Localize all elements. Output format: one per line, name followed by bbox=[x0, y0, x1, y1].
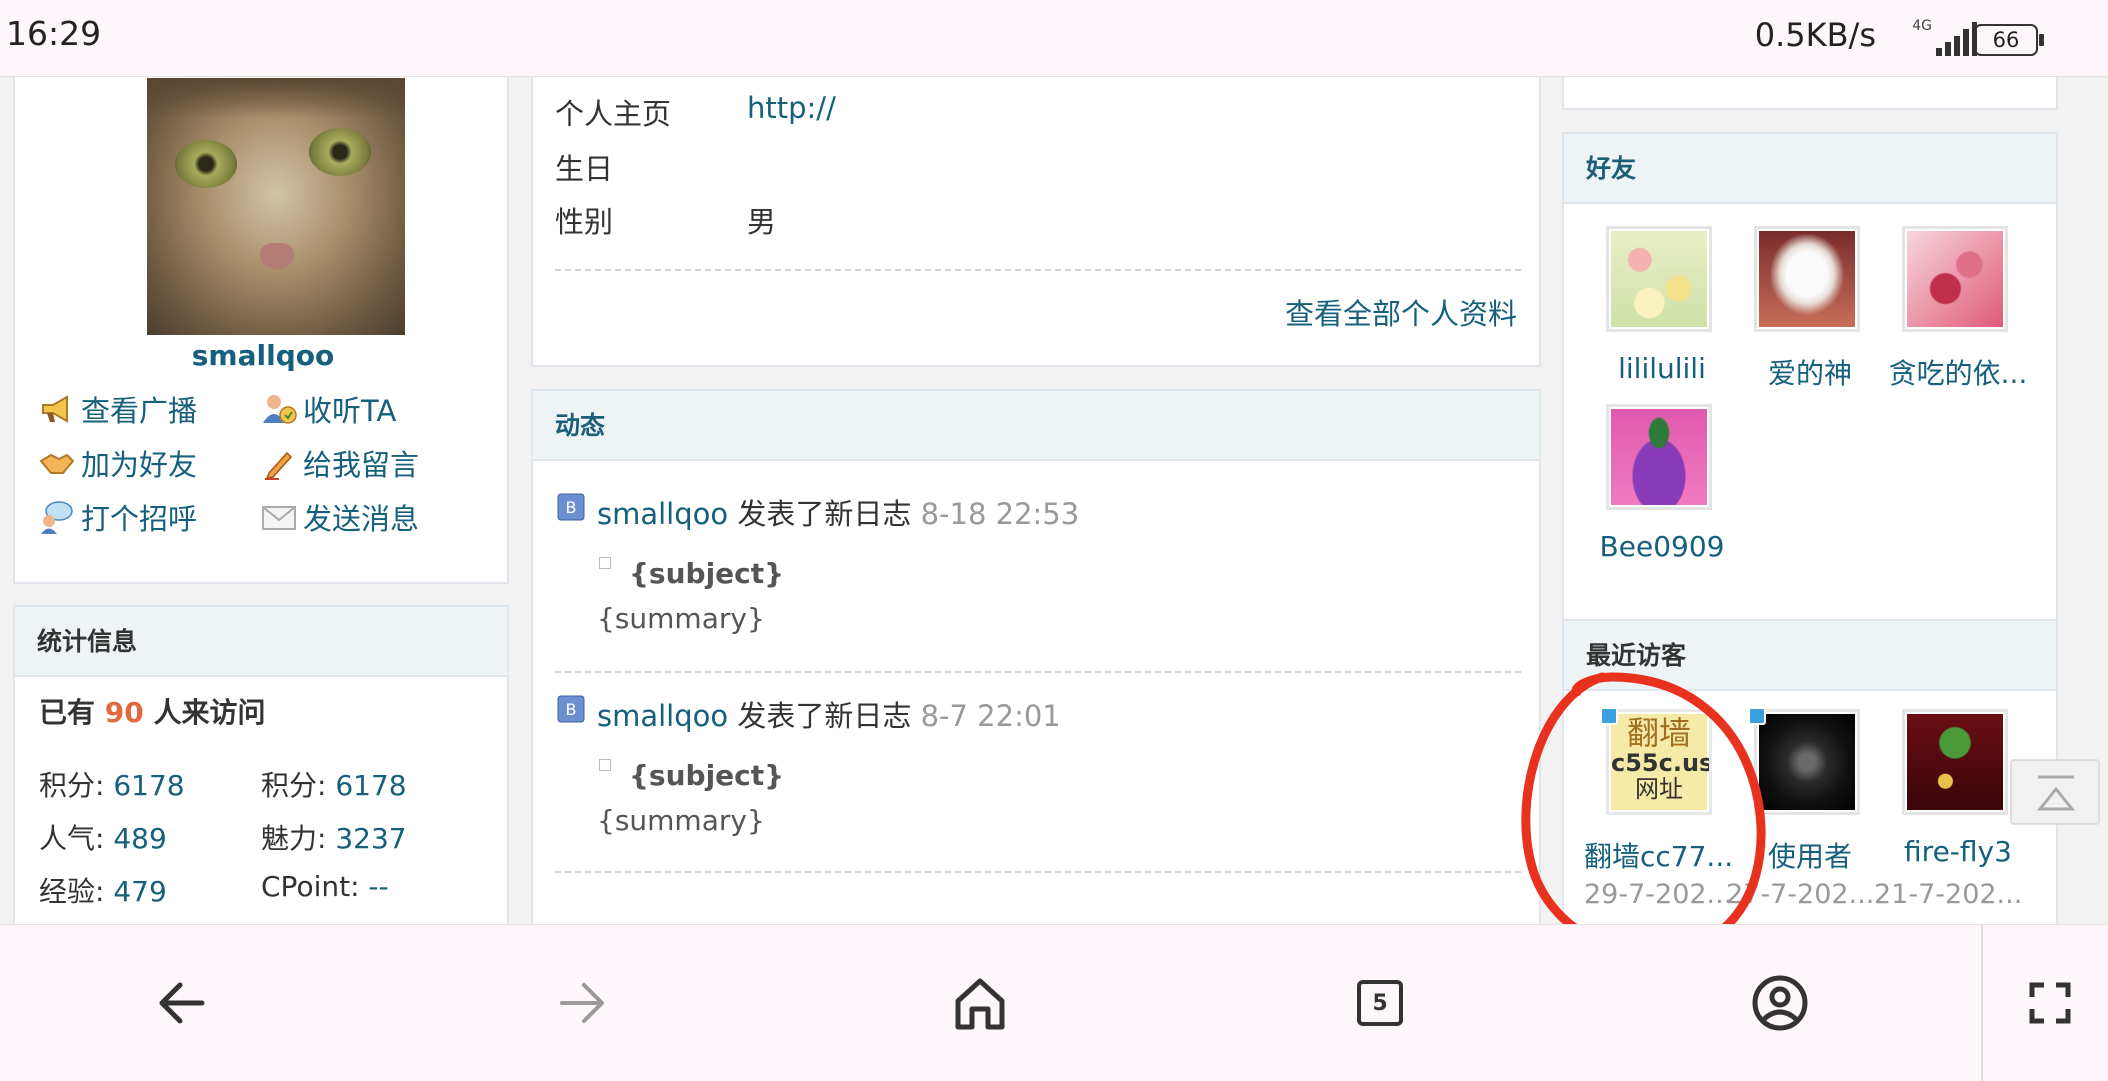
friend-item[interactable]: Bee0909 bbox=[1564, 404, 1760, 564]
arrow-left-icon bbox=[159, 982, 205, 1024]
info-row-homepage: 个人主页 http:// bbox=[555, 91, 836, 131]
feed-card: 动态 B smallqoo 发表了新日志 8-18 22:53 {subject… bbox=[531, 389, 1541, 925]
listen-user-icon bbox=[263, 395, 297, 424]
divider bbox=[555, 671, 1521, 673]
back-to-top-button[interactable] bbox=[2010, 759, 2100, 825]
friend-avatar bbox=[1754, 226, 1860, 332]
handshake-icon bbox=[39, 453, 75, 474]
status-bar: 16:29 0.5KB/s 4G 66 bbox=[0, 0, 2108, 77]
action-send-message[interactable]: 发送消息 bbox=[261, 495, 419, 539]
friend-name[interactable]: 贪吃的依... bbox=[1860, 352, 2056, 392]
action-listen[interactable]: 收听TA bbox=[261, 387, 396, 431]
visitor-name[interactable]: fire-fly3 bbox=[1860, 835, 2056, 868]
stat-item: 积分: 6178 bbox=[261, 769, 407, 802]
friends-title: 好友 bbox=[1564, 134, 2056, 204]
action-view-broadcast[interactable]: 查看广播 bbox=[39, 387, 197, 431]
stat-item: 魅力: 3237 bbox=[261, 822, 407, 855]
feed-summary: {summary} bbox=[597, 804, 765, 837]
svg-text:B: B bbox=[566, 498, 577, 517]
checkbox-icon bbox=[599, 759, 611, 771]
stat-item: 经验: 479 bbox=[39, 875, 167, 908]
fullscreen-button[interactable] bbox=[1970, 925, 2108, 1081]
friend-name[interactable]: Bee0909 bbox=[1564, 530, 1760, 563]
profile-avatar[interactable] bbox=[147, 78, 405, 335]
profile-info-card: 个人主页 http:// 生日 性别 男 查看全部个人资料 bbox=[531, 77, 1541, 367]
forward-button[interactable] bbox=[502, 925, 662, 1081]
blog-icon: B bbox=[557, 493, 585, 521]
action-add-friend[interactable]: 加为好友 bbox=[39, 441, 197, 485]
home-icon bbox=[955, 978, 1005, 1030]
divider bbox=[555, 871, 1521, 873]
stats-card: 统计信息 已有 90 人来访问 积分: 6178 积分: 6178 人气: 48… bbox=[13, 605, 509, 925]
feed-time: 8-18 22:53 bbox=[920, 497, 1080, 531]
browser-bottom-bar: 5 bbox=[0, 924, 2108, 1081]
feed-time: 8-7 22:01 bbox=[920, 699, 1061, 733]
action-label: 发送消息 bbox=[303, 502, 420, 536]
action-label: 加为好友 bbox=[81, 448, 198, 482]
status-network-type: 4G bbox=[1912, 18, 1932, 34]
arrow-right-icon bbox=[560, 983, 604, 1023]
visitor-count: 90 bbox=[104, 696, 144, 729]
friends-card: 好友 lililulili 爱的神 贪吃的依... Bee0909 bbox=[1562, 132, 2058, 674]
feed-subject[interactable]: {subject} bbox=[629, 759, 784, 792]
back-button[interactable] bbox=[102, 925, 262, 1081]
info-row-gender: 性别 男 bbox=[555, 205, 777, 239]
online-indicator-icon bbox=[1748, 707, 1766, 725]
feed-title: 动态 bbox=[533, 391, 1539, 461]
feed-user-link[interactable]: smallqoo bbox=[597, 497, 728, 531]
envelope-icon bbox=[262, 506, 296, 530]
home-button[interactable] bbox=[900, 925, 1060, 1081]
checkbox-icon bbox=[599, 557, 611, 569]
tab-count-icon: 5 bbox=[1357, 980, 1403, 1026]
feed-user-link[interactable]: smallqoo bbox=[597, 699, 728, 733]
arrow-up-icon bbox=[2036, 775, 2076, 811]
page-content[interactable]: smallqoo 查看广播 收听TA 加为好友 给我留言 打个招呼 发送消息 统… bbox=[0, 77, 2108, 925]
feed-summary: {summary} bbox=[597, 602, 765, 635]
battery-icon: 66 bbox=[1974, 24, 2044, 56]
info-row-birthday: 生日 bbox=[555, 152, 614, 186]
visitor-count-line: 已有 90 人来访问 bbox=[39, 696, 266, 729]
action-label: 查看广播 bbox=[81, 394, 198, 428]
profile-card: smallqoo 查看广播 收听TA 加为好友 给我留言 打个招呼 发送消息 bbox=[13, 77, 509, 584]
stats-title: 统计信息 bbox=[15, 607, 507, 677]
online-indicator-icon bbox=[1600, 707, 1618, 725]
view-all-profile-link[interactable]: 查看全部个人资料 bbox=[1285, 291, 1517, 333]
stat-item: CPoint: -- bbox=[261, 870, 389, 903]
pencil-icon bbox=[265, 451, 293, 480]
action-label: 给我留言 bbox=[303, 448, 420, 482]
stat-item: 积分: 6178 bbox=[39, 769, 185, 802]
action-label: 收听TA bbox=[303, 394, 397, 428]
action-label: 打个招呼 bbox=[81, 502, 198, 536]
divider bbox=[555, 269, 1521, 271]
profile-username[interactable]: smallqoo bbox=[15, 339, 511, 372]
tabs-button[interactable]: 5 bbox=[1300, 925, 1460, 1081]
signal-icon bbox=[1932, 22, 1977, 56]
feed-subject[interactable]: {subject} bbox=[629, 557, 784, 590]
user-account-icon bbox=[1752, 975, 1808, 1031]
megaphone-icon bbox=[42, 395, 68, 423]
friend-avatar bbox=[1606, 404, 1712, 510]
visitor-avatar bbox=[1902, 709, 2008, 815]
blog-icon: B bbox=[557, 695, 585, 723]
homepage-link[interactable]: http:// bbox=[747, 91, 836, 125]
action-leave-message[interactable]: 给我留言 bbox=[261, 441, 419, 485]
friend-avatar bbox=[1902, 226, 2008, 332]
friend-item[interactable]: 贪吃的依... bbox=[1860, 226, 2056, 390]
status-network-speed: 0.5KB/s bbox=[1754, 16, 1876, 54]
visitor-date: 21-7-202... bbox=[1874, 879, 2023, 910]
right-top-card bbox=[1562, 77, 2058, 110]
friend-avatar bbox=[1606, 226, 1712, 332]
annotation-circle bbox=[1521, 672, 1766, 925]
greet-bubble-icon bbox=[41, 501, 73, 534]
action-say-hello[interactable]: 打个招呼 bbox=[39, 495, 197, 539]
svg-text:B: B bbox=[566, 700, 577, 719]
status-time: 16:29 bbox=[6, 14, 102, 53]
fullscreen-icon bbox=[2029, 982, 2071, 1024]
account-button[interactable] bbox=[1700, 925, 1860, 1081]
stat-item: 人气: 489 bbox=[39, 822, 167, 855]
